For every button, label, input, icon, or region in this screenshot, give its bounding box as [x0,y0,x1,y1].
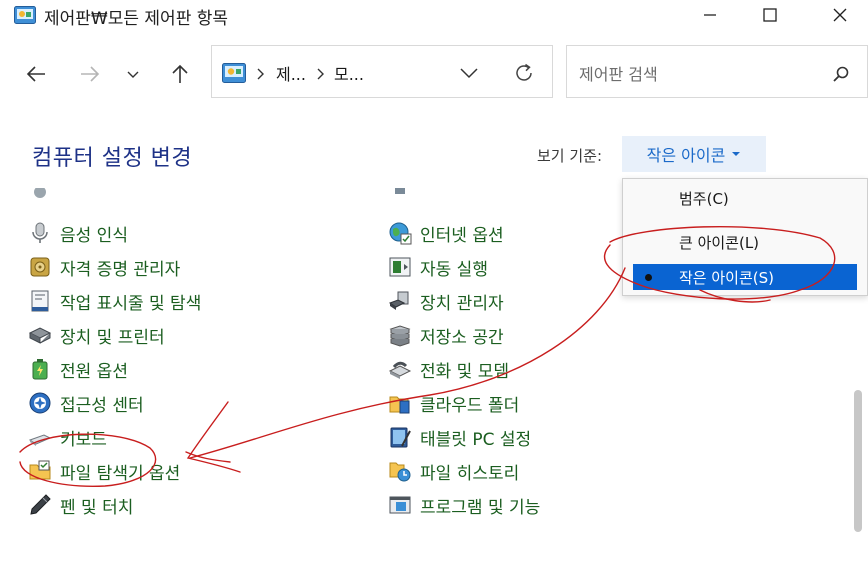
up-button[interactable] [162,58,198,90]
breadcrumb-all-items[interactable]: 모... [334,61,364,85]
phone-modem-icon [388,361,412,379]
breadcrumb-control-panel[interactable]: 제... [276,61,306,85]
autoplay-icon [389,257,411,277]
cp-item-credential-manager[interactable]: 자격 증명 관리자 [28,250,201,284]
control-panel-icon [222,63,246,83]
partial-item-icon [390,188,410,200]
close-icon [833,8,847,22]
cp-item-programs-features[interactable]: 프로그램 및 기능 [388,488,540,522]
search-box[interactable]: 제어판 검색 [566,45,868,98]
search-icon[interactable] [832,65,850,83]
cp-item-device-manager[interactable]: 장치 관리자 [388,284,540,318]
address-bar[interactable]: 제... 모... [211,45,553,98]
power-battery-icon [32,359,48,380]
cp-item-speech-recognition[interactable]: 음성 인식 [28,216,201,250]
printer-icon [28,327,52,344]
programs-icon [389,496,411,514]
view-by-label: 보기 기준: [537,147,603,165]
cp-item-pen-touch[interactable]: 펜 및 터치 [28,488,201,522]
right-item-list: 인터넷 옵션 자동 실행 장치 관리자 저장소 공간 전화 및 모뎀 클라우드 … [388,216,540,522]
cp-item-ease-of-access[interactable]: 접근성 센터 [28,386,201,420]
cp-item-power-options[interactable]: 전원 옵션 [28,352,201,386]
pen-icon [30,494,51,515]
cp-item-taskbar-navigation[interactable]: 작업 표시줄 및 탐색 [28,284,201,318]
menu-item-small-icons[interactable]: 작은 아이콘(S) [633,264,857,290]
keyboard-icon [28,434,52,446]
chevron-down-icon [127,71,139,78]
search-input[interactable]: 제어판 검색 [579,61,658,85]
refresh-icon [516,63,532,81]
cp-item-file-history[interactable]: 파일 히스토리 [388,454,540,488]
cp-item-work-folders[interactable]: 클라우드 폴더 [388,386,540,420]
cp-item-autoplay[interactable]: 자동 실행 [388,250,540,284]
cp-item-storage-spaces[interactable]: 저장소 공간 [388,318,540,352]
caret-down-icon [732,152,741,156]
menu-item-category[interactable]: 범주(C) [633,185,857,211]
cp-item-phone-modem[interactable]: 전화 및 모뎀 [388,352,540,386]
microphone-icon [32,222,48,243]
chevron-right-icon [317,68,324,80]
partial-item-label: — [60,188,100,198]
chevron-down-icon [460,68,478,79]
scrollbar-thumb[interactable] [854,390,862,532]
menu-item-large-icons[interactable]: 큰 아이콘(L) [633,229,857,255]
forward-button[interactable] [72,58,108,90]
title-bar: 제어판₩모든 제어판 항목 [0,0,868,32]
back-button[interactable] [18,58,54,90]
control-panel-icon [14,6,36,24]
minimize-button[interactable] [678,0,742,30]
view-by-dropdown[interactable]: 작은 아이콘 [622,136,766,172]
cloud-folder-icon [389,396,410,414]
accessibility-icon [29,392,51,414]
refresh-button[interactable] [510,60,538,86]
globe-icon [389,222,412,245]
file-history-icon [389,462,411,482]
view-by-value: 작은 아이콘 [646,146,726,165]
close-button[interactable] [808,0,868,30]
arrow-right-icon [81,66,100,82]
recent-locations-button[interactable] [116,58,150,90]
device-manager-icon [388,291,409,310]
minimize-icon [704,14,716,16]
cp-item-tablet-pc-settings[interactable]: 태블릿 PC 설정 [388,420,540,454]
selected-bullet-icon [645,274,652,281]
taskbar-icon [31,290,49,312]
partial-item-icon [30,188,50,200]
arrow-up-icon [172,64,188,83]
cp-item-file-explorer-options[interactable]: 파일 탐색기 옵션 [28,454,201,488]
maximize-icon [763,8,777,22]
cp-item-devices-printers[interactable]: 장치 및 프린터 [28,318,201,352]
credential-vault-icon [30,257,50,277]
storage-spaces-icon [389,325,411,347]
tablet-icon [390,427,411,448]
left-item-list: 음성 인식 자격 증명 관리자 작업 표시줄 및 탐색 장치 및 프린터 전원 … [28,216,201,522]
folder-options-icon [29,460,51,480]
view-by-menu: 범주(C) 큰 아이콘(L) 작은 아이콘(S) [622,178,868,296]
address-dropdown-button[interactable] [456,60,482,86]
maximize-button[interactable] [738,0,802,30]
page-title: 컴퓨터 설정 변경 [32,146,193,171]
window-title: 제어판₩모든 제어판 항목 [44,9,229,29]
cp-item-keyboard[interactable]: 키보드 [28,420,201,454]
arrow-left-icon [26,66,45,82]
chevron-right-icon [257,68,264,80]
cp-item-internet-options[interactable]: 인터넷 옵션 [388,216,540,250]
